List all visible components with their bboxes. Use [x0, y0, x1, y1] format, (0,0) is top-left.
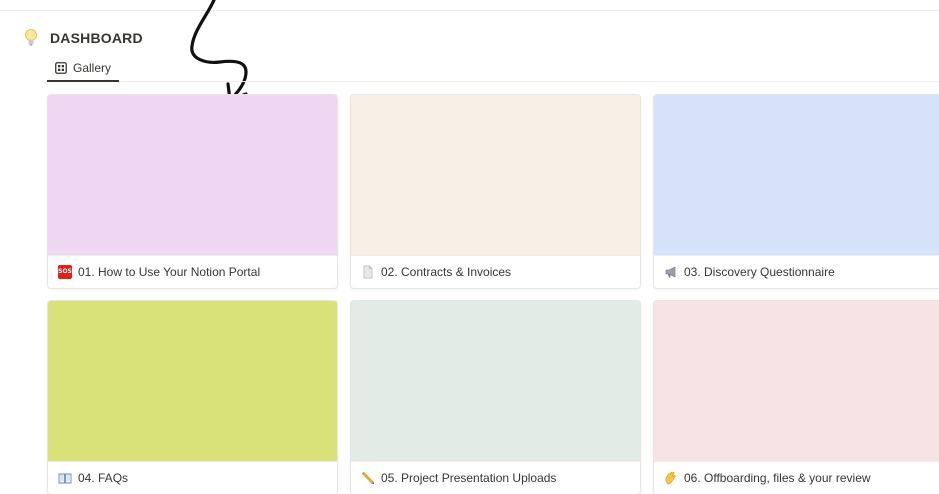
gallery-card[interactable]: 05. Project Presentation Uploads — [350, 300, 641, 494]
card-title: 05. Project Presentation Uploads — [381, 471, 557, 485]
card-cover — [351, 301, 640, 461]
card-title: 04. FAQs — [78, 471, 129, 485]
gallery-card[interactable]: 03. Discovery Questionnaire — [653, 94, 939, 289]
open-book-icon — [58, 473, 72, 484]
card-footer: 04. FAQs — [48, 461, 337, 494]
card-cover — [351, 95, 640, 255]
card-title: 01. How to Use Your Notion Portal — [78, 265, 261, 279]
gallery-card[interactable]: 02. Contracts & Invoices — [350, 94, 641, 289]
view-tabs: Gallery — [47, 56, 939, 82]
card-footer: 02. Contracts & Invoices — [351, 255, 640, 288]
pencil-icon — [362, 472, 374, 484]
card-cover — [48, 301, 337, 461]
lightbulb-icon — [25, 29, 37, 46]
gallery-card[interactable]: 06. Offboarding, files & your review — [653, 300, 939, 494]
card-cover — [654, 95, 939, 255]
megaphone-icon — [665, 266, 676, 278]
card-title: 03. Discovery Questionnaire — [684, 265, 835, 279]
gallery-card[interactable]: SOS 01. How to Use Your Notion Portal — [47, 94, 338, 289]
page-header: DASHBOARD — [22, 28, 143, 48]
card-footer: 05. Project Presentation Uploads — [351, 461, 640, 494]
card-footer: 06. Offboarding, files & your review — [654, 461, 939, 494]
tab-label: Gallery — [73, 61, 112, 75]
page-icon — [363, 265, 373, 279]
gallery-grid: SOS 01. How to Use Your Notion Portal 02… — [47, 94, 939, 494]
top-divider — [0, 10, 939, 11]
tab-gallery[interactable]: Gallery — [47, 56, 120, 82]
card-cover — [654, 301, 939, 461]
page-title: DASHBOARD — [50, 30, 143, 46]
sos-icon: SOS — [58, 265, 72, 279]
card-cover — [48, 95, 337, 255]
waving-hand-icon — [665, 472, 676, 485]
card-title: 02. Contracts & Invoices — [381, 265, 512, 279]
card-footer: 03. Discovery Questionnaire — [654, 255, 939, 288]
card-footer: SOS 01. How to Use Your Notion Portal — [48, 255, 337, 288]
card-title: 06. Offboarding, files & your review — [684, 471, 871, 485]
gallery-grid-icon — [55, 62, 67, 74]
gallery-card[interactable]: 04. FAQs — [47, 300, 338, 494]
